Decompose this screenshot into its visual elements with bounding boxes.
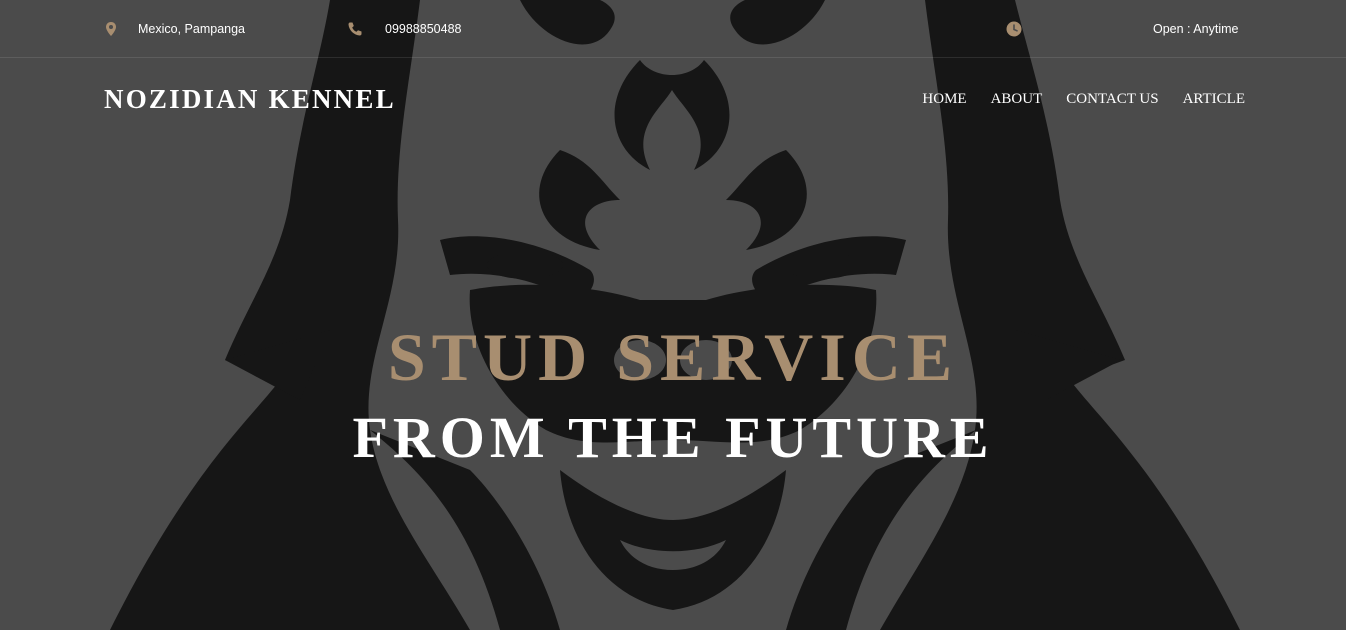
nav-about[interactable]: ABOUT (991, 91, 1043, 108)
brand-logo[interactable]: NOZIDIAN KENNEL (104, 84, 396, 115)
hours-text: Open : Anytime (1153, 21, 1239, 36)
location-text: Mexico, Pampanga (138, 21, 246, 36)
nav-contact-us[interactable]: CONTACT US (1066, 91, 1158, 108)
nav-article[interactable]: ARTICLE (1183, 91, 1245, 108)
location-info: Mexico, Pampanga (104, 0, 245, 57)
main-nav: HOME ABOUT CONTACT US ARTICLE (922, 91, 1245, 108)
clock-icon (1006, 21, 1022, 37)
hours-info: Open : Anytime (1153, 0, 1238, 57)
clock-info (1006, 0, 1022, 57)
hero-title-line1: STUD SERVICE (387, 319, 959, 395)
map-marker-icon (104, 21, 118, 37)
nav-home[interactable]: HOME (922, 91, 966, 108)
phone-icon (347, 21, 362, 37)
phone-info: 09988850488 (347, 0, 461, 57)
phone-text[interactable]: 09988850488 (385, 22, 461, 36)
hero-title-line2: FROM THE FUTURE (352, 405, 994, 470)
top-info-bar: Mexico, Pampanga 09988850488 Open : Anyt… (0, 0, 1346, 58)
